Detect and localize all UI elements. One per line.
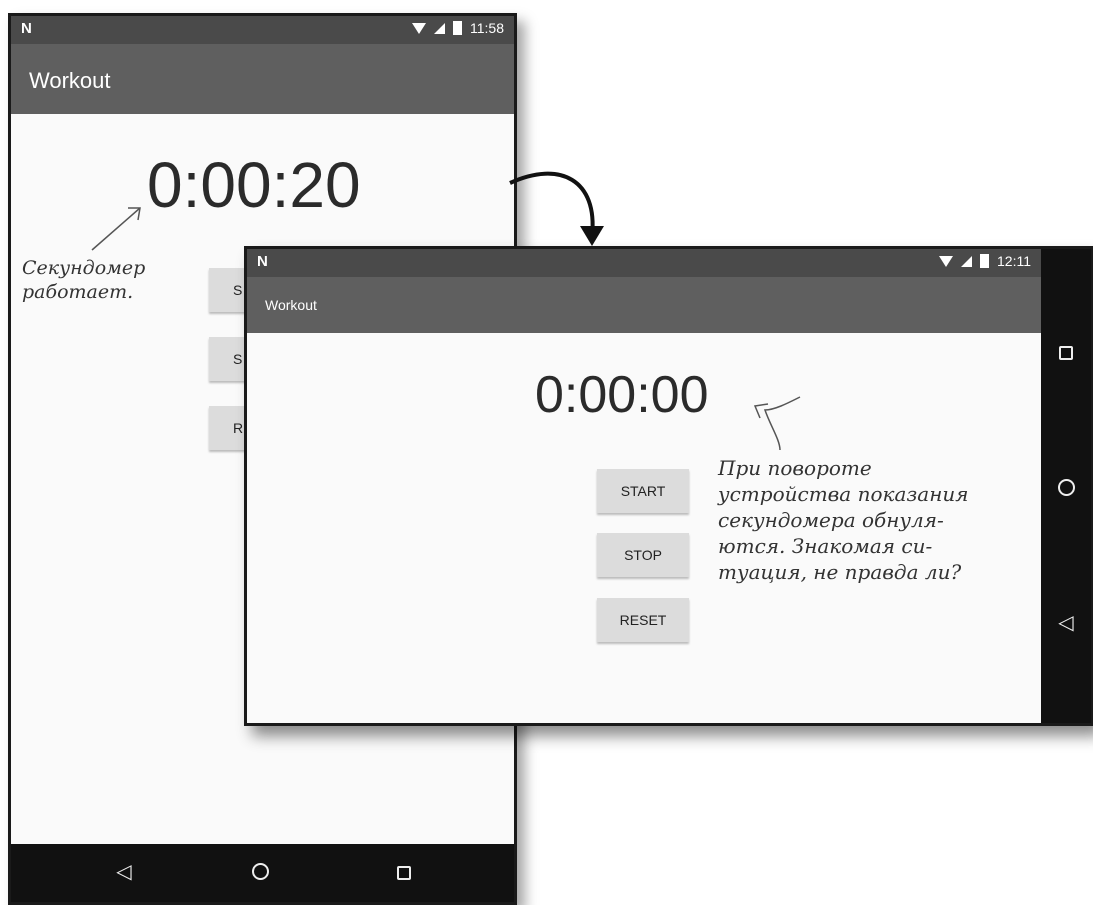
home-icon[interactable] — [1051, 479, 1081, 500]
annotation-rotation-reset: При повороте устройства показания секунд… — [718, 456, 969, 584]
stop-button[interactable]: STOP — [597, 533, 689, 577]
status-icons: 12:11 — [939, 253, 1031, 269]
wifi-icon — [939, 255, 953, 267]
notification-logo: N — [257, 253, 268, 270]
status-time: 11:58 — [470, 20, 504, 36]
battery-icon — [980, 254, 989, 268]
app-bar: Workout — [247, 277, 1041, 333]
status-time: 12:11 — [997, 253, 1031, 269]
back-icon[interactable]: ◁ — [109, 862, 139, 882]
notification-logo: N — [21, 20, 32, 37]
annotation-stopwatch-running: Секундомер работает. — [22, 257, 146, 303]
reset-button[interactable]: RESET — [597, 598, 689, 642]
status-bar: N 12:11 — [247, 249, 1041, 277]
navigation-bar: ◁ — [11, 844, 514, 902]
app-bar: Workout — [11, 44, 514, 114]
timer-display: 0:00:20 — [147, 149, 361, 221]
status-icons: 11:58 — [412, 20, 504, 36]
battery-icon — [453, 21, 462, 35]
signal-icon — [961, 255, 972, 267]
back-icon[interactable]: ◁ — [1051, 613, 1081, 633]
timer-display: 0:00:00 — [535, 366, 709, 424]
start-button[interactable]: START — [597, 469, 689, 513]
rotation-arrow — [509, 171, 595, 237]
wifi-icon — [412, 22, 426, 34]
rotation-arrow-head — [580, 226, 604, 246]
recents-icon[interactable] — [1051, 344, 1081, 364]
app-title: Workout — [265, 297, 317, 313]
app-title: Workout — [29, 68, 111, 93]
signal-icon — [434, 22, 445, 34]
navigation-bar: ◁ — [1041, 249, 1091, 723]
status-bar: N 11:58 — [11, 16, 514, 44]
home-icon[interactable] — [245, 863, 275, 884]
recents-icon[interactable] — [389, 864, 419, 884]
